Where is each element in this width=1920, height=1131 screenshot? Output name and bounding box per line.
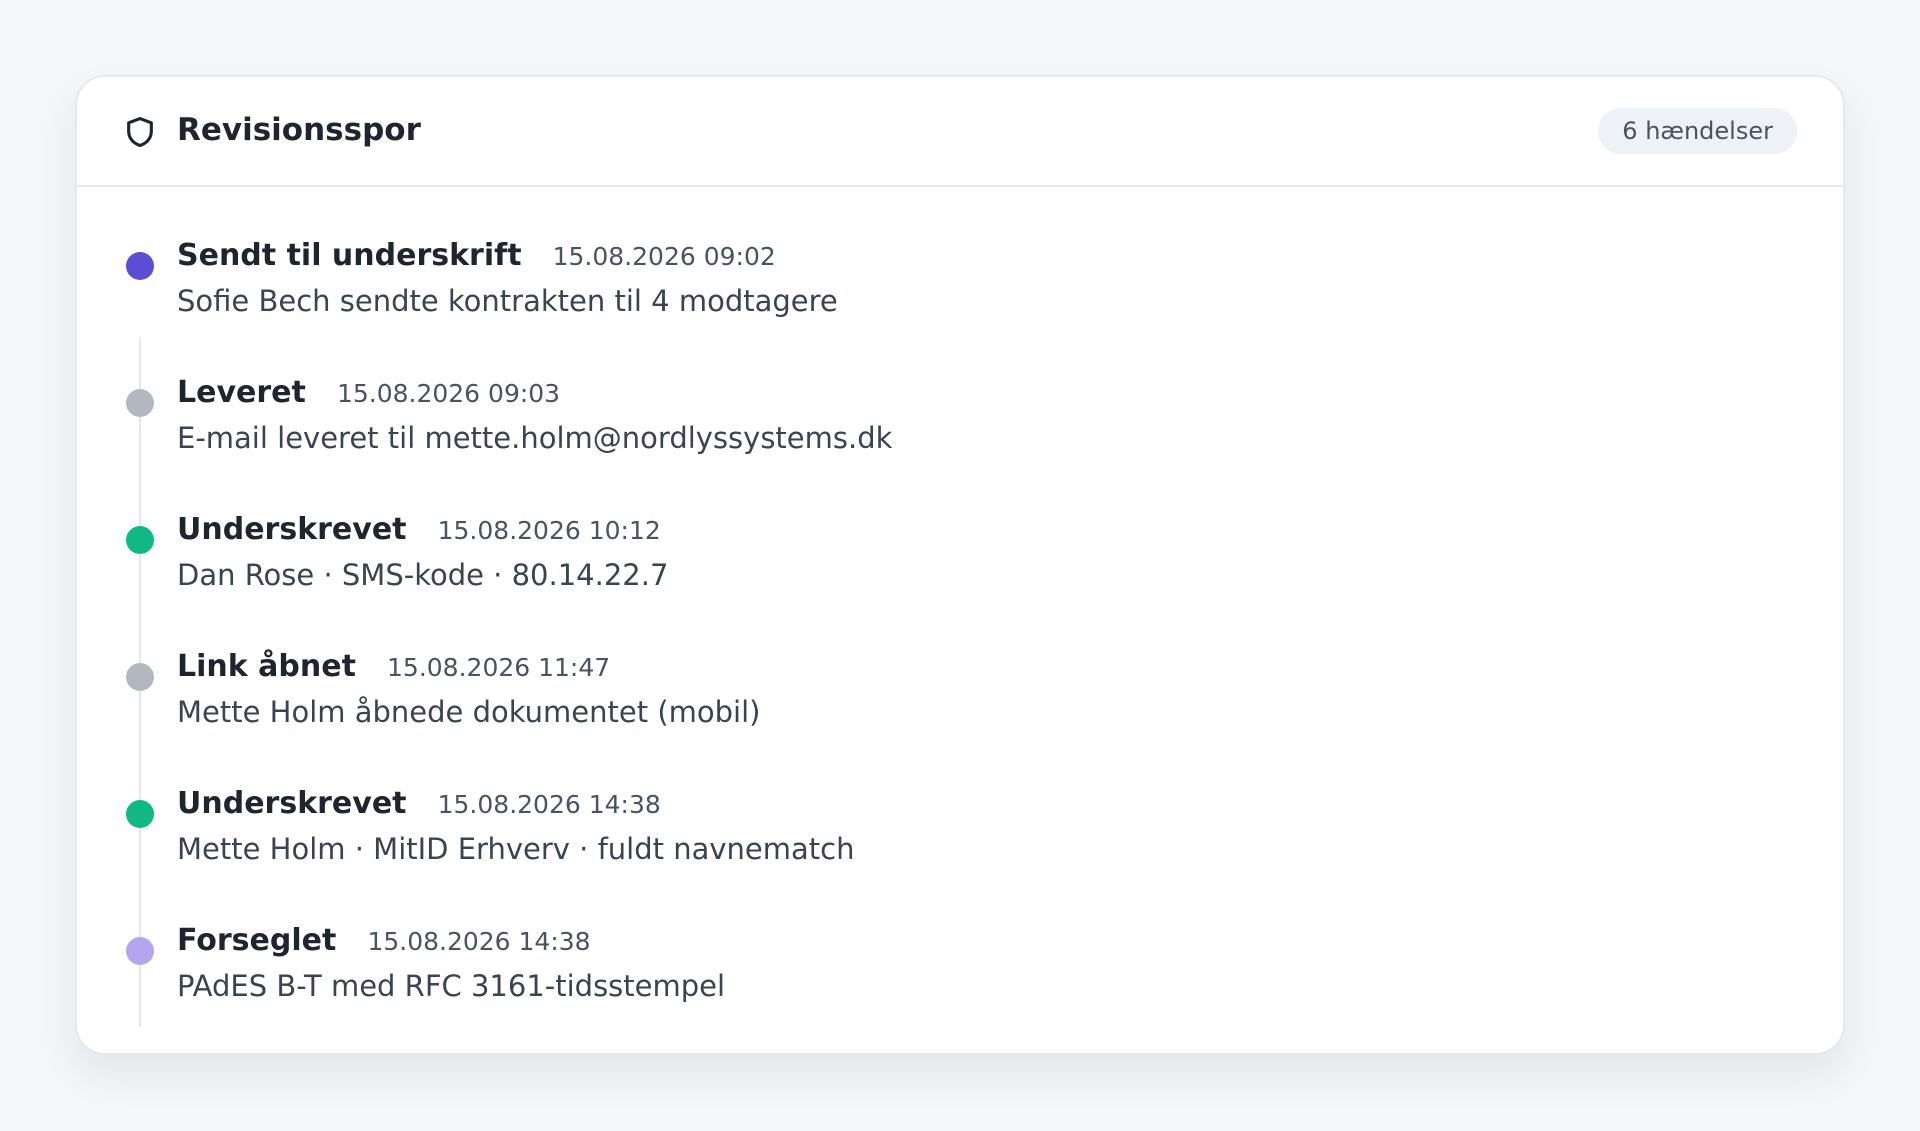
event-timestamp: 15.08.2026 14:38 — [367, 927, 591, 956]
event-timestamp: 15.08.2026 11:47 — [387, 653, 611, 682]
event-header: Forseglet 15.08.2026 14:38 — [177, 920, 591, 963]
event-count-badge: 6 hændelser — [1598, 108, 1797, 154]
event-title: Underskrevet — [177, 786, 407, 821]
timeline-event: Link åbnet 15.08.2026 11:47 Mette Holm å… — [77, 598, 1843, 729]
event-title: Forseglet — [177, 923, 337, 958]
event-description: E-mail leveret til mette.holm@nordlyssys… — [177, 421, 893, 455]
audit-trail-card: Revisionsspor 6 hændelser Sendt til unde… — [75, 75, 1845, 1055]
event-timestamp: 15.08.2026 10:12 — [437, 516, 661, 545]
event-header: Link åbnet 15.08.2026 11:47 — [177, 646, 610, 689]
event-title: Leveret — [177, 375, 306, 410]
event-header: Leveret 15.08.2026 09:03 — [177, 372, 560, 415]
event-dot — [126, 252, 154, 280]
card-title: Revisionsspor — [177, 112, 421, 148]
timeline-event: Underskrevet 15.08.2026 10:12 Dan Rose ·… — [77, 461, 1843, 592]
timeline: Sendt til underskrift 15.08.2026 09:02 S… — [77, 187, 1843, 1053]
event-header: Underskrevet 15.08.2026 14:38 — [177, 783, 661, 826]
event-dot — [126, 800, 154, 828]
event-timestamp: 15.08.2026 09:03 — [336, 379, 561, 408]
event-header: Sendt til underskrift 15.08.2026 09:02 — [177, 235, 776, 278]
event-description: Sofie Bech sendte kontrakten til 4 modta… — [177, 284, 838, 318]
event-description: Mette Holm · MitID Erhverv · fuldt navne… — [177, 832, 855, 866]
event-title: Underskrevet — [177, 512, 407, 547]
event-dot — [126, 663, 154, 691]
event-description: PAdES B-T med RFC 3161-tidsstempel — [177, 969, 726, 1003]
shield-icon — [127, 116, 153, 148]
event-header: Underskrevet 15.08.2026 10:12 — [177, 509, 661, 552]
event-dot — [126, 526, 154, 554]
event-timestamp: 15.08.2026 14:38 — [437, 790, 661, 819]
event-description: Mette Holm åbnede dokumentet (mobil) — [177, 695, 761, 729]
timeline-event: Leveret 15.08.2026 09:03 E-mail leveret … — [77, 324, 1843, 455]
event-title: Link åbnet — [177, 649, 356, 684]
timeline-event: Sendt til underskrift 15.08.2026 09:02 S… — [77, 187, 1843, 318]
card-header: Revisionsspor 6 hændelser — [77, 77, 1843, 187]
event-description: Dan Rose · SMS-kode · 80.14.22.7 — [177, 558, 669, 592]
timeline-event: Forseglet 15.08.2026 14:38 PAdES B-T med… — [77, 872, 1843, 1003]
event-dot — [126, 937, 154, 965]
event-dot — [126, 389, 154, 417]
event-title: Sendt til underskrift — [177, 238, 522, 273]
timeline-event: Underskrevet 15.08.2026 14:38 Mette Holm… — [77, 735, 1843, 866]
event-timestamp: 15.08.2026 09:02 — [552, 242, 776, 271]
